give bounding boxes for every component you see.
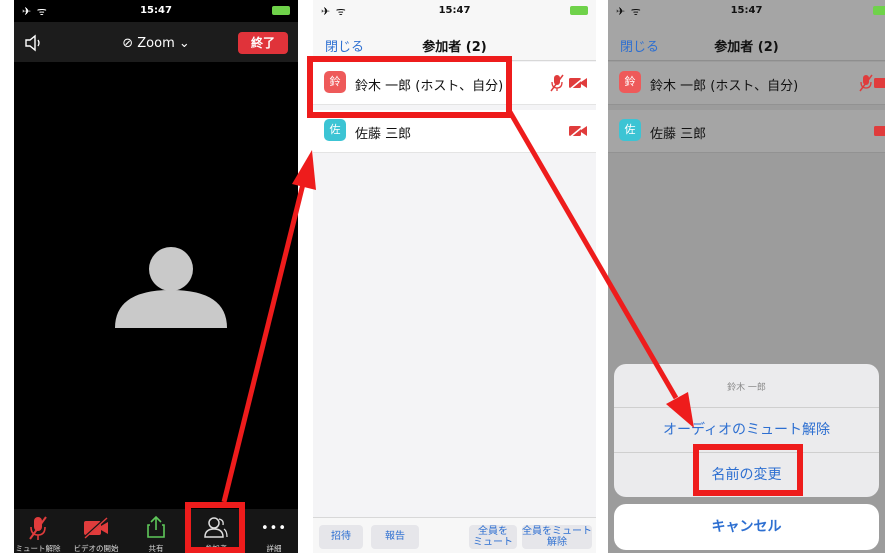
arrow-head-down — [666, 392, 694, 428]
arrow-overlay — [221, 110, 694, 503]
arrow-head-up — [292, 150, 316, 190]
arrow-to-participants — [221, 179, 307, 503]
arrow-to-rename — [507, 110, 679, 400]
